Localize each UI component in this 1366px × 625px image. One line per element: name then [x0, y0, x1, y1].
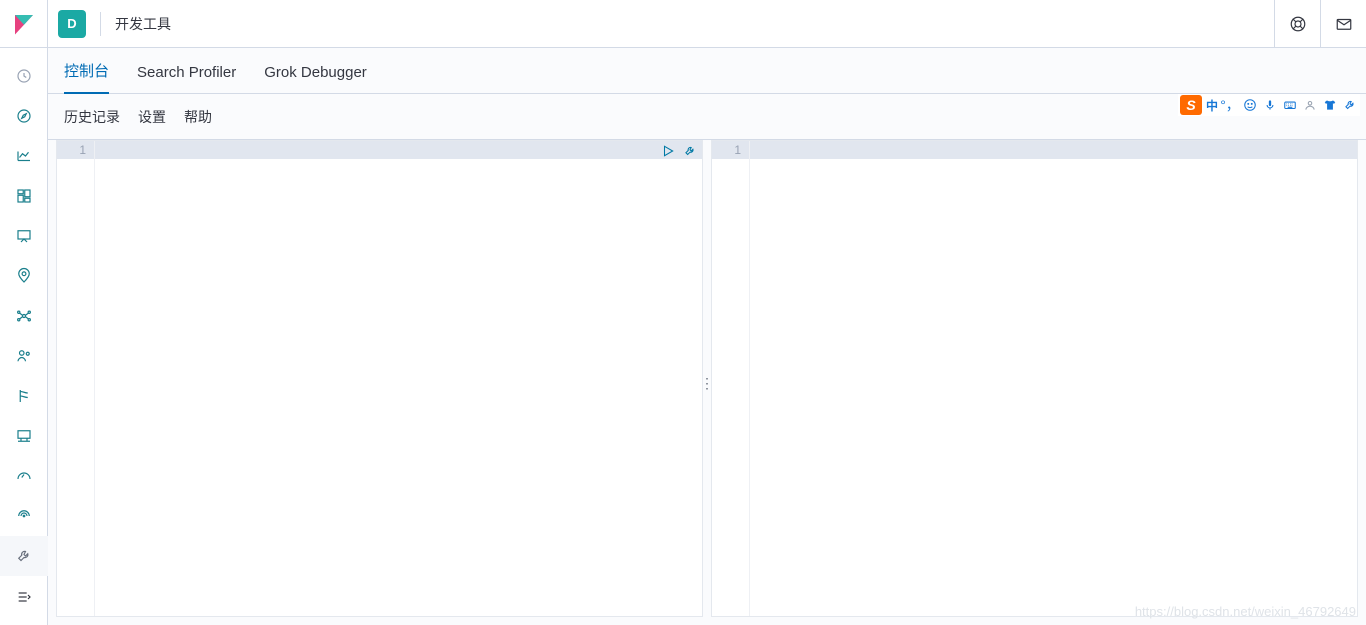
- wrench-small-icon: [683, 144, 697, 158]
- link-settings[interactable]: 设置: [138, 107, 166, 127]
- wrench-icon: [1343, 98, 1357, 112]
- header-right: [1274, 0, 1366, 48]
- tab-grok-debugger[interactable]: Grok Debugger: [264, 52, 367, 93]
- response-viewer[interactable]: 1: [711, 140, 1358, 617]
- keyboard-icon: [1282, 98, 1298, 112]
- clock-icon: [15, 67, 33, 85]
- ime-toolbar: S 中 °，: [1178, 94, 1360, 116]
- sidebar-item-uptime[interactable]: [0, 456, 48, 496]
- sidebar-item-infra[interactable]: [0, 336, 48, 376]
- response-gutter: 1: [712, 141, 750, 616]
- editor-area: 1 1 ⋮: [48, 140, 1366, 625]
- sidebar-item-logs[interactable]: [0, 376, 48, 416]
- ime-softkeyboard-button[interactable]: [1282, 97, 1298, 113]
- play-icon: [661, 144, 675, 158]
- sidebar-item-ml[interactable]: [0, 296, 48, 336]
- ime-emoji-button[interactable]: [1242, 97, 1258, 113]
- request-actions: [660, 142, 698, 160]
- sidebar-item-apm[interactable]: [0, 416, 48, 456]
- kibana-logo[interactable]: [0, 0, 48, 48]
- kibana-logo-icon: [12, 12, 36, 36]
- ime-voice-button[interactable]: [1262, 97, 1278, 113]
- wrench-icon: [15, 547, 33, 565]
- sidebar-item-discover[interactable]: [0, 96, 48, 136]
- ime-account-button[interactable]: [1302, 97, 1318, 113]
- dashboard-icon: [15, 187, 33, 205]
- watermark-text: https://blog.csdn.net/weixin_46792649: [1135, 604, 1356, 619]
- line-number: 1: [712, 141, 749, 159]
- uptime-icon: [15, 467, 33, 485]
- help-button[interactable]: [1274, 0, 1320, 48]
- sidebar-item-dev-tools[interactable]: [0, 536, 48, 576]
- pane-resize-handle[interactable]: ⋮: [700, 381, 714, 385]
- request-body[interactable]: [95, 141, 702, 616]
- sidebar-expand-button[interactable]: [0, 577, 48, 617]
- lifebuoy-icon: [1289, 15, 1307, 33]
- smiley-icon: [1243, 98, 1257, 112]
- sidebar: [0, 48, 48, 625]
- canvas-icon: [15, 227, 33, 245]
- siem-icon: [15, 507, 33, 525]
- ime-punct-button[interactable]: °，: [1222, 97, 1238, 113]
- ime-logo[interactable]: S: [1180, 95, 1202, 115]
- request-gutter: 1: [57, 141, 95, 616]
- map-pin-icon: [15, 267, 33, 285]
- tab-console[interactable]: 控制台: [64, 48, 109, 94]
- current-line-highlight: [750, 141, 1357, 159]
- mic-icon: [1263, 98, 1277, 112]
- ml-icon: [15, 307, 33, 325]
- request-editor[interactable]: 1: [56, 140, 703, 617]
- main-content: 控制台 Search Profiler Grok Debugger 历史记录 设…: [48, 48, 1366, 625]
- current-line-highlight: [95, 141, 702, 159]
- console-subbar: 历史记录 设置 帮助: [48, 94, 1366, 140]
- sidebar-item-maps[interactable]: [0, 256, 48, 296]
- tshirt-icon: [1323, 98, 1337, 112]
- sidebar-item-canvas[interactable]: [0, 216, 48, 256]
- app-title: 开发工具: [115, 14, 171, 34]
- chart-line-icon: [15, 147, 33, 165]
- tab-search-profiler[interactable]: Search Profiler: [137, 52, 236, 93]
- tabs-bar: 控制台 Search Profiler Grok Debugger: [48, 48, 1366, 94]
- logs-icon: [15, 387, 33, 405]
- sidebar-item-visualize[interactable]: [0, 136, 48, 176]
- user-icon: [1303, 98, 1317, 112]
- ime-lang-button[interactable]: 中: [1206, 97, 1218, 114]
- app-badge-letter: D: [67, 16, 76, 31]
- sidebar-item-dashboard[interactable]: [0, 176, 48, 216]
- app-badge[interactable]: D: [58, 10, 86, 38]
- header-bar: D 开发工具: [0, 0, 1366, 48]
- link-history[interactable]: 历史记录: [64, 107, 120, 127]
- line-number: 1: [57, 141, 94, 159]
- request-options-button[interactable]: [682, 143, 698, 159]
- response-body: [750, 141, 1357, 616]
- apm-icon: [15, 427, 33, 445]
- send-request-button[interactable]: [660, 143, 676, 159]
- newsfeed-button[interactable]: [1320, 0, 1366, 48]
- link-help[interactable]: 帮助: [184, 107, 212, 127]
- mail-icon: [1335, 15, 1353, 33]
- compass-icon: [15, 107, 33, 125]
- ime-toolbox-button[interactable]: [1342, 97, 1358, 113]
- sidebar-item-siem[interactable]: [0, 496, 48, 536]
- separator: [100, 12, 101, 36]
- infra-icon: [15, 347, 33, 365]
- expand-icon: [16, 589, 32, 605]
- ime-skin-button[interactable]: [1322, 97, 1338, 113]
- sidebar-item-recent[interactable]: [0, 56, 48, 96]
